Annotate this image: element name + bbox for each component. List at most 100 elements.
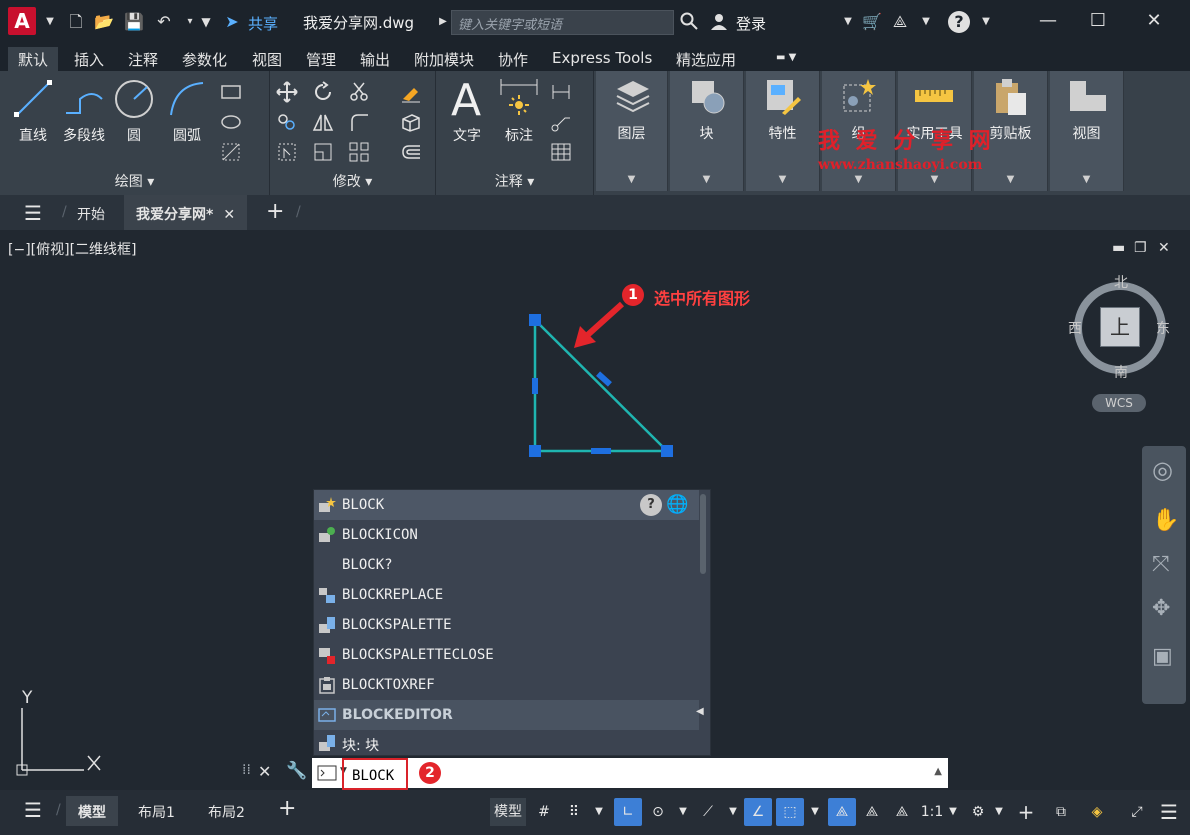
autocomplete-category[interactable]: BLOCKEDITOR — [314, 700, 699, 730]
tab-addins[interactable]: 附加模块 — [404, 47, 484, 71]
array-icon[interactable] — [348, 141, 370, 163]
cart-icon[interactable]: 🛒 — [862, 12, 882, 32]
autocomplete-item[interactable]: BLOCKSPALETTECLOSE — [314, 640, 699, 670]
view-panel[interactable]: 视图 ▼ — [1050, 71, 1124, 191]
viewport-close-icon[interactable]: ✕ — [1158, 240, 1170, 256]
block-panel[interactable]: 块 ▼ — [670, 71, 744, 191]
object-snap-dropdown-icon[interactable]: ▼ — [808, 798, 822, 826]
ortho-icon[interactable]: ∟ — [614, 798, 642, 826]
grid-icon[interactable]: # — [532, 798, 556, 826]
share-button[interactable]: 共享 — [248, 13, 278, 34]
chevron-right-icon[interactable]: ▶ — [433, 12, 453, 32]
polar-tracking-icon[interactable]: ⊙ — [646, 798, 670, 826]
tab-collaborate[interactable]: 协作 — [488, 47, 538, 71]
search-icon[interactable] — [679, 12, 699, 32]
leader-icon[interactable] — [550, 111, 572, 133]
hamburger-menu-icon[interactable]: ☰ — [24, 201, 42, 225]
view-dropdown-icon[interactable]: ▼ — [1050, 174, 1123, 185]
command-line-grip-icon[interactable]: ⁞⁞ — [242, 762, 251, 778]
autocomplete-item[interactable]: BLOCKSPALETTE — [314, 610, 699, 640]
tab-express-tools[interactable]: Express Tools — [542, 47, 662, 71]
autocomplete-item[interactable]: BLOCK? — [314, 550, 699, 580]
ellipse-icon[interactable] — [220, 111, 242, 133]
object-snap-tracking-icon[interactable]: ∠ — [744, 798, 772, 826]
layers-dropdown-icon[interactable]: ▼ — [596, 174, 667, 185]
linear-dimension-icon[interactable] — [550, 81, 572, 103]
utilities-dropdown-icon[interactable]: ▼ — [898, 174, 971, 185]
orbit-icon[interactable]: ✥ — [1152, 596, 1170, 621]
help-icon[interactable]: ? — [640, 494, 662, 516]
tab-view[interactable]: 视图 — [242, 47, 292, 71]
block-dropdown-icon[interactable]: ▼ — [670, 174, 743, 185]
close-tab-icon[interactable]: ✕ — [223, 207, 235, 223]
stretch-icon[interactable] — [276, 141, 298, 163]
scale-icon[interactable] — [312, 141, 334, 163]
compass-south[interactable]: 南 — [1114, 362, 1128, 382]
tab-manage[interactable]: 管理 — [296, 47, 346, 71]
login-dropdown-icon[interactable]: ▼ — [838, 12, 858, 32]
maximize-button[interactable]: ☐ — [1086, 9, 1110, 33]
compass-west[interactable]: 西 — [1068, 318, 1082, 338]
tab-output[interactable]: 输出 — [350, 47, 400, 71]
isometric-dropdown-icon[interactable]: ▼ — [726, 798, 740, 826]
snap-icon[interactable]: ⠿ — [562, 798, 586, 826]
layers-panel[interactable]: 图层 ▼ — [596, 71, 668, 191]
autocomplete-item[interactable]: BLOCKREPLACE — [314, 580, 699, 610]
autodesk-app-icon[interactable]: ⟁ — [890, 12, 910, 32]
help-icon[interactable]: ? — [948, 11, 970, 33]
tab-default[interactable]: 默认 — [8, 47, 59, 71]
search-input[interactable]: 键入关键字或短语 — [451, 10, 674, 35]
polar-dropdown-icon[interactable]: ▼ — [676, 798, 690, 826]
properties-panel[interactable]: 特性 ▼ — [746, 71, 820, 191]
isolate-objects-icon[interactable]: ⧉ — [1048, 798, 1074, 826]
fillet-icon[interactable] — [348, 111, 370, 133]
3d-box-icon[interactable] — [400, 111, 422, 133]
autocomplete-item[interactable]: 块: 块 — [314, 728, 699, 758]
clean-screen-icon[interactable]: ⤢ — [1124, 798, 1150, 826]
minimize-button[interactable]: — — [1036, 9, 1060, 33]
globe-search-icon[interactable]: 🌐 — [666, 494, 688, 515]
move-icon[interactable] — [276, 81, 298, 103]
properties-dropdown-icon[interactable]: ▼ — [746, 174, 819, 185]
rectangle-icon[interactable] — [220, 81, 242, 103]
share-icon[interactable]: ➤ — [222, 12, 242, 32]
zoom-extents-icon[interactable]: ⤧ — [1152, 552, 1170, 577]
command-line[interactable]: ▼ BLOCK ▲ — [312, 758, 948, 790]
modify-group-title[interactable]: 修改 ▾ — [270, 171, 435, 191]
customize-wrench-icon[interactable]: 🔧 — [286, 761, 307, 781]
tab-layout-1[interactable]: 布局1 — [138, 802, 175, 822]
annotation-monitor-icon[interactable]: + — [1014, 798, 1038, 826]
viewcube[interactable]: 北 南 东 西 上 WCS — [1068, 270, 1170, 412]
annotation-group-title[interactable]: 注释 ▾ — [436, 171, 593, 191]
tab-annotate[interactable]: 注释 — [118, 47, 168, 71]
command-prompt-icon[interactable] — [317, 765, 337, 781]
pan-icon[interactable]: ✋ — [1152, 508, 1179, 533]
new-layout-icon[interactable]: + — [278, 796, 296, 821]
save-icon[interactable]: 💾 — [124, 12, 144, 32]
hardware-acceleration-icon[interactable]: ◈ — [1084, 798, 1110, 826]
app-menu-dropdown-icon[interactable]: ▼ — [40, 12, 60, 32]
scale-selector[interactable]: 1:1 — [918, 798, 946, 826]
app-dropdown-icon[interactable]: ▼ — [916, 12, 936, 32]
close-button[interactable]: ✕ — [1142, 9, 1166, 33]
hatch-icon[interactable] — [220, 141, 242, 163]
text-tool[interactable]: A 文字 — [444, 75, 490, 145]
autocomplete-item[interactable]: BLOCKICON — [314, 520, 699, 550]
object-snap-icon[interactable]: ⬚ — [776, 798, 804, 826]
tab-model[interactable]: 模型 — [66, 796, 118, 826]
snap-dropdown-icon[interactable]: ▼ — [592, 798, 606, 826]
customization-menu-icon[interactable]: ☰ — [1156, 798, 1182, 826]
groups-dropdown-icon[interactable]: ▼ — [822, 174, 895, 185]
dimension-tool[interactable]: 标注 — [496, 75, 542, 145]
workspace-dropdown-icon[interactable]: ▼ — [992, 798, 1006, 826]
workspace-gear-icon[interactable]: ⚙ — [966, 798, 990, 826]
tab-document[interactable]: 我爱分享网* ✕ — [124, 195, 248, 230]
expand-left-icon[interactable]: ◀ — [696, 706, 704, 717]
rotate-icon[interactable] — [312, 81, 334, 103]
viewport-restore-icon[interactable]: ❐ — [1134, 240, 1147, 256]
compass-north[interactable]: 北 — [1114, 272, 1128, 292]
showmotion-icon[interactable]: ▣ — [1152, 644, 1173, 669]
wcs-menu-button[interactable]: WCS — [1092, 394, 1146, 412]
tab-insert[interactable]: 插入 — [64, 47, 114, 71]
line-tool[interactable]: 直线 — [10, 77, 56, 145]
